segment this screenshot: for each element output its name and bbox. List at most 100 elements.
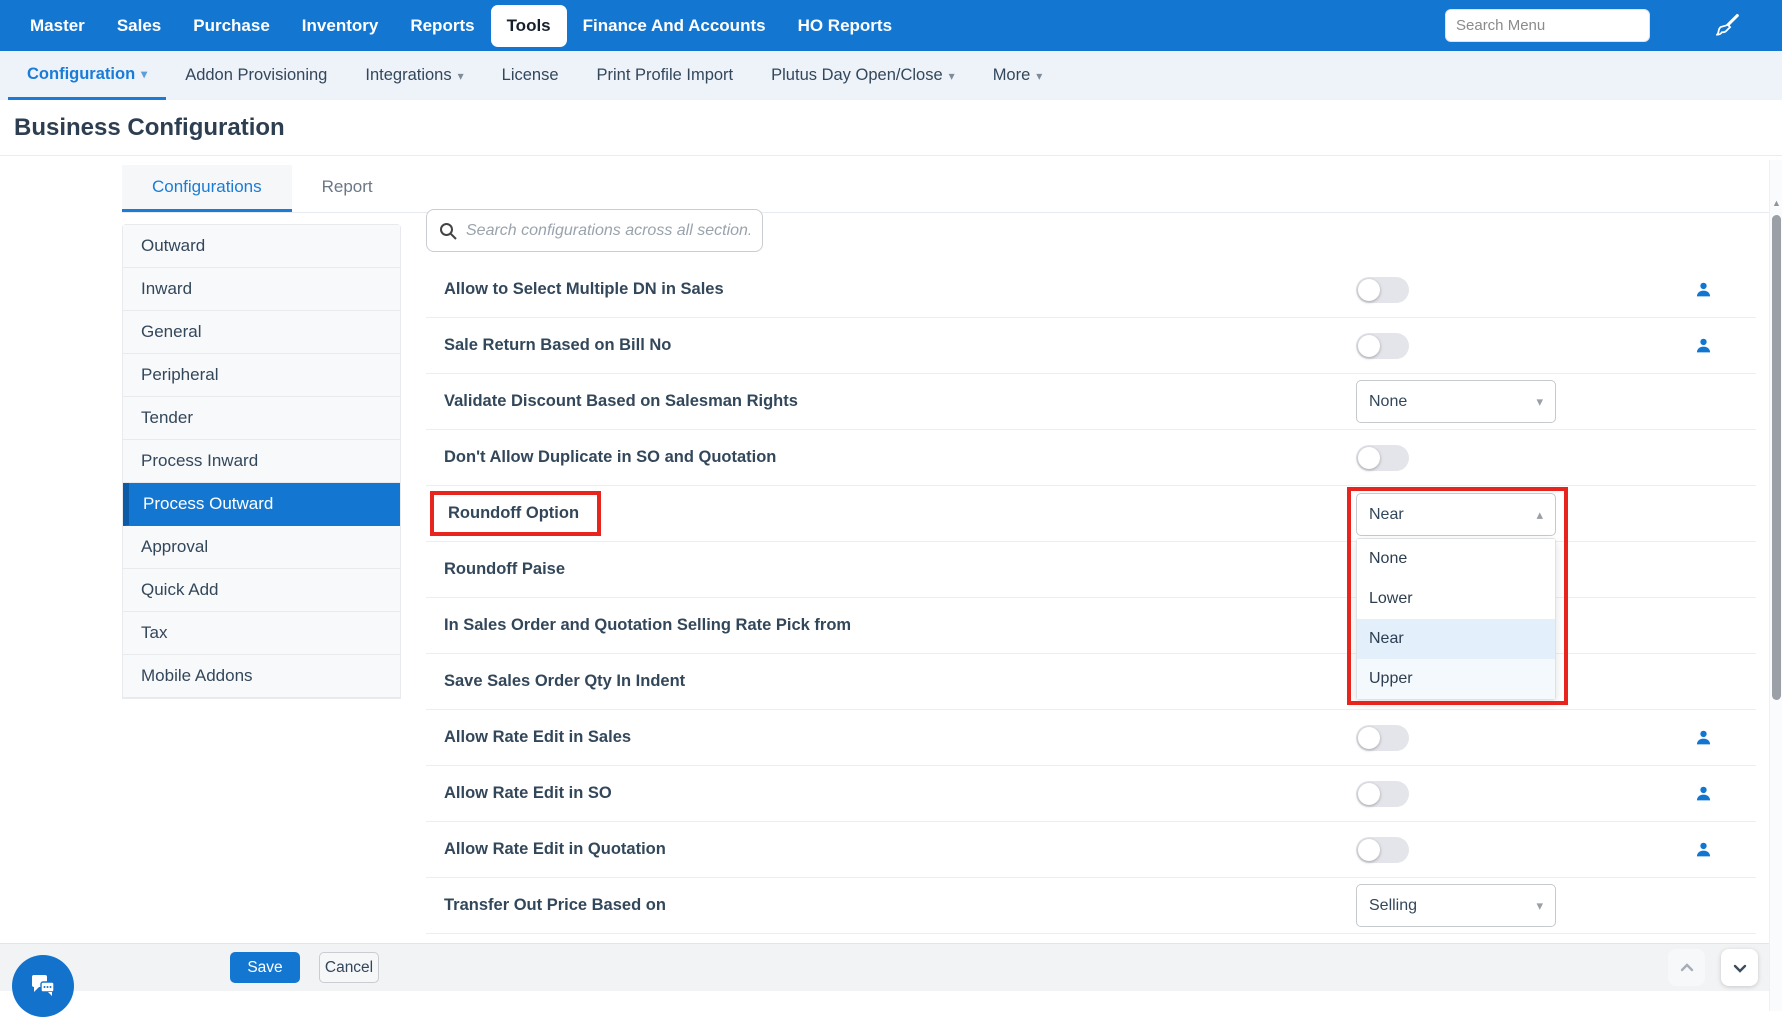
user-icon[interactable] — [1695, 337, 1712, 354]
subnav-print-profile-import-label: Print Profile Import — [596, 66, 734, 84]
sidebar-item-tender[interactable]: Tender — [123, 397, 400, 440]
toggle-rate-edit-sales[interactable] — [1356, 724, 1409, 751]
setting-row-validate-discount: Validate Discount Based on Salesman Righ… — [426, 374, 1756, 430]
select-value: None — [1369, 392, 1408, 410]
subnav-configuration[interactable]: Configuration — [8, 51, 167, 100]
scrollbar-up-arrow-icon[interactable]: ▲ — [1772, 198, 1781, 208]
config-search-box — [426, 209, 763, 252]
scroll-pager — [1668, 949, 1758, 986]
scrollbar-thumb[interactable] — [1772, 215, 1781, 700]
user-icon[interactable] — [1695, 841, 1712, 858]
setting-row-duplicate-so: Don't Allow Duplicate in SO and Quotatio… — [426, 430, 1756, 486]
subnav-addon-provisioning[interactable]: Addon Provisioning — [166, 51, 346, 100]
chevron-down-icon[interactable] — [1721, 949, 1758, 986]
subnav-configuration-label: Configuration — [27, 64, 136, 83]
setting-row-roundoff-paise: Roundoff Paise — [426, 542, 1756, 598]
nav-reports[interactable]: Reports — [394, 6, 490, 46]
toggle-duplicate-so[interactable] — [1356, 444, 1409, 471]
sidebar-item-process-inward[interactable]: Process Inward — [123, 440, 400, 483]
sidebar-item-approval[interactable]: Approval — [123, 526, 400, 569]
chat-icon[interactable] — [12, 955, 74, 1017]
setting-label: Roundoff Paise — [444, 560, 566, 578]
setting-label: In Sales Order and Quotation Selling Rat… — [444, 616, 852, 634]
toggle-multiple-dn[interactable] — [1356, 276, 1409, 303]
subnav-plutus-day-open-close[interactable]: Plutus Day Open/Close — [752, 51, 974, 100]
nav-ho-reports[interactable]: HO Reports — [782, 6, 908, 46]
nav-purchase[interactable]: Purchase — [177, 6, 286, 46]
tab-report[interactable]: Report — [292, 165, 403, 212]
sidebar-item-inward[interactable]: Inward — [123, 268, 400, 311]
nav-master[interactable]: Master — [14, 6, 101, 46]
sidebar-item-quick-add[interactable]: Quick Add — [123, 569, 400, 612]
subnav-plutus-day-open-close-label: Plutus Day Open/Close — [771, 66, 943, 84]
caret-down-icon — [141, 68, 147, 80]
select-validate-discount[interactable]: None — [1356, 380, 1556, 423]
nav-finance-and-accounts[interactable]: Finance And Accounts — [567, 6, 782, 46]
setting-label: Allow Rate Edit in Sales — [444, 728, 632, 746]
footer-bar: Save Cancel — [0, 943, 1782, 991]
cancel-button[interactable]: Cancel — [319, 952, 379, 983]
option-lower[interactable]: Lower — [1357, 579, 1555, 619]
title-band: Business Configuration — [0, 100, 1782, 156]
subnav-license[interactable]: License — [483, 51, 578, 100]
option-near[interactable]: Near — [1357, 619, 1555, 659]
caret-down-icon — [1536, 394, 1543, 410]
paint-brush-icon[interactable] — [1716, 13, 1742, 39]
option-upper[interactable]: Upper — [1357, 659, 1555, 699]
roundoff-option-highlight-box: Roundoff Option — [430, 491, 602, 536]
caret-down-icon — [1536, 898, 1543, 914]
sidebar-item-mobile-addons[interactable]: Mobile Addons — [123, 655, 400, 698]
save-button[interactable]: Save — [230, 952, 300, 983]
subnav-more[interactable]: More — [974, 51, 1062, 100]
select-transfer-out-price[interactable]: Selling — [1356, 884, 1556, 927]
setting-row-transfer-out-price: Transfer Out Price Based on Selling — [426, 878, 1756, 934]
sidebar-item-tax[interactable]: Tax — [123, 612, 400, 655]
subnav-integrations-label: Integrations — [365, 66, 452, 84]
subnav-more-label: More — [992, 66, 1031, 84]
setting-label: Validate Discount Based on Salesman Righ… — [444, 392, 798, 410]
toggle-rate-edit-quotation[interactable] — [1356, 836, 1409, 863]
select-value: Selling — [1369, 896, 1418, 914]
nav-inventory[interactable]: Inventory — [286, 6, 395, 46]
setting-row-sale-return: Sale Return Based on Bill No — [426, 318, 1756, 374]
setting-row-rate-edit-sales: Allow Rate Edit in Sales — [426, 710, 1756, 766]
setting-label: Allow to Select Multiple DN in Sales — [444, 280, 724, 298]
user-icon[interactable] — [1695, 281, 1712, 298]
setting-label: Sale Return Based on Bill No — [444, 336, 672, 354]
setting-label: Transfer Out Price Based on — [444, 896, 666, 914]
sidebar-item-general[interactable]: General — [123, 311, 400, 354]
setting-label: Allow Rate Edit in SO — [444, 784, 612, 802]
setting-label: Roundoff Option — [448, 504, 580, 522]
settings-panel: Allow to Select Multiple DN in Sales Sal… — [426, 197, 1756, 934]
config-search-input[interactable] — [466, 221, 750, 240]
subnav-integrations[interactable]: Integrations — [346, 51, 482, 100]
select-roundoff-option[interactable]: Near — [1356, 493, 1556, 536]
setting-row-rate-edit-so: Allow Rate Edit in SO — [426, 766, 1756, 822]
roundoff-options-menu: None Lower Near Upper — [1356, 538, 1556, 700]
sidebar-item-outward[interactable]: Outward — [123, 225, 400, 268]
sidebar-item-process-outward[interactable]: Process Outward — [123, 483, 400, 526]
top-navbar: Master Sales Purchase Inventory Reports … — [0, 0, 1782, 51]
nav-sales[interactable]: Sales — [101, 6, 177, 46]
toggle-sale-return[interactable] — [1356, 332, 1409, 359]
roundoff-dropdown: Near None Lower Near Upper — [1356, 493, 1556, 700]
search-icon — [439, 222, 457, 240]
subnav-license-label: License — [501, 66, 559, 84]
nav-tools[interactable]: Tools — [490, 4, 567, 47]
secondary-navbar: Configuration Addon Provisioning Integra… — [0, 51, 1782, 100]
setting-row-save-so-qty: Save Sales Order Qty In Indent — [426, 654, 1756, 710]
chevron-up-icon[interactable] — [1668, 949, 1705, 986]
setting-row-selling-rate-pick: In Sales Order and Quotation Selling Rat… — [426, 598, 1756, 654]
tab-configurations[interactable]: Configurations — [122, 165, 292, 212]
menu-search-input[interactable] — [1445, 9, 1650, 42]
setting-label: Allow Rate Edit in Quotation — [444, 840, 666, 858]
sidebar-item-peripheral[interactable]: Peripheral — [123, 354, 400, 397]
vertical-scrollbar[interactable]: ▲ — [1769, 160, 1782, 1011]
toggle-rate-edit-so[interactable] — [1356, 780, 1409, 807]
setting-row-rate-edit-quotation: Allow Rate Edit in Quotation — [426, 822, 1756, 878]
option-none[interactable]: None — [1357, 539, 1555, 579]
user-icon[interactable] — [1695, 785, 1712, 802]
settings-rows: Allow to Select Multiple DN in Sales Sal… — [426, 262, 1756, 934]
user-icon[interactable] — [1695, 729, 1712, 746]
subnav-print-profile-import[interactable]: Print Profile Import — [578, 51, 753, 100]
